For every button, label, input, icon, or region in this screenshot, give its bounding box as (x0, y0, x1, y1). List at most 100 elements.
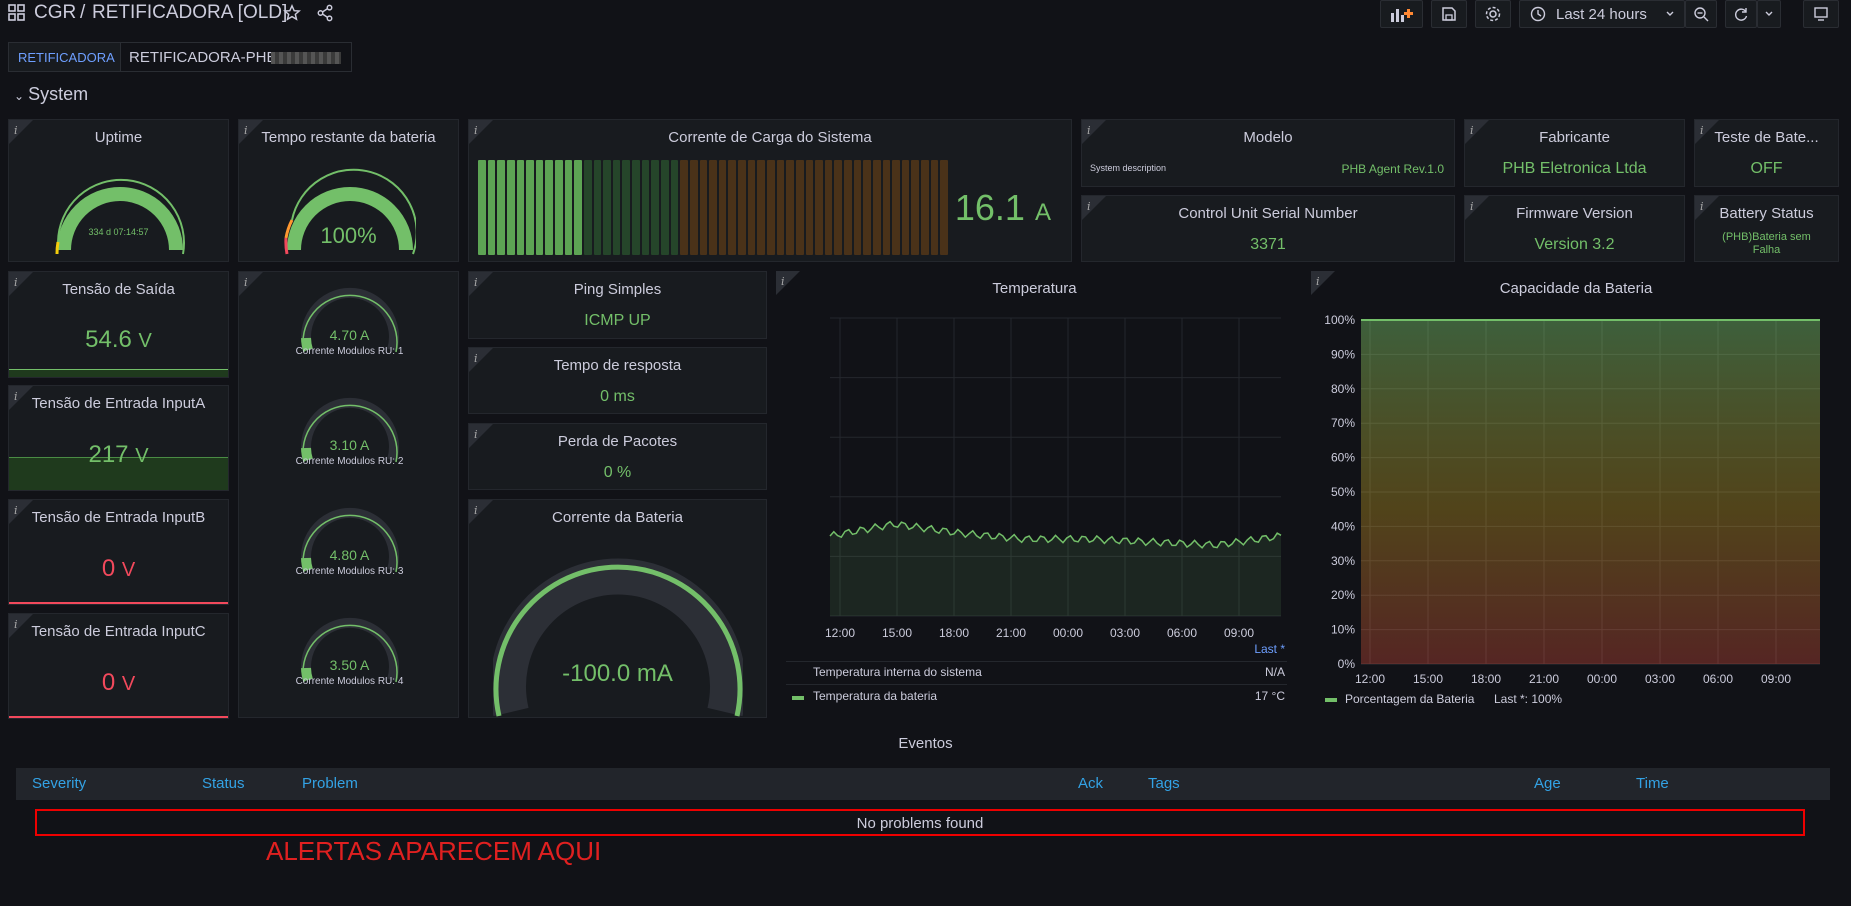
input-a-number: 217 (88, 441, 129, 468)
y-tick-label: 40% (1331, 519, 1355, 533)
x-tick-label: 18:00 (1471, 672, 1501, 686)
breadcrumb-folder[interactable]: CGR (34, 2, 76, 24)
column-status[interactable]: Status (202, 775, 245, 792)
column-problem[interactable]: Problem (302, 775, 358, 792)
refresh-button[interactable] (1725, 0, 1757, 28)
bar-gauge-cell (622, 160, 631, 255)
bar-gauge-cell (545, 160, 554, 255)
row-title: System (28, 84, 89, 104)
legend-color-swatch (1325, 698, 1337, 702)
module-gauge-3: 4.80 A Corrente Modulos RU: 3 (239, 506, 458, 606)
panel-battery-status: i Battery Status (PHB)Bateria sem Falha (1694, 195, 1839, 262)
bar-gauge-cell (680, 160, 688, 255)
input-a-value: 217 V (9, 441, 228, 469)
time-picker-button[interactable]: Last 24 hours (1519, 0, 1685, 28)
panel-temperature: i Temperatura 12:00 15:00 18:00 21:00 00:00 0… (776, 271, 1293, 710)
panel-title: Tensão de Entrada InputA (31, 395, 206, 412)
variable-label: RETIFICADORA (8, 42, 125, 72)
variable-select[interactable]: RETIFICADORA-PHB- (120, 42, 352, 72)
load-current-number: 16.1 (954, 187, 1025, 228)
bar-gauge-cell (844, 160, 852, 255)
legend-value: Last *: 100% (1494, 692, 1563, 706)
bar-gauge-cell (506, 160, 515, 255)
temperature-chart: 12:00 15:00 18:00 21:00 00:00 03:00 06:00 09:00 (825, 317, 1282, 640)
panel-battery-current: i Corrente da Bateria -100.0 mA (468, 499, 767, 718)
column-tags[interactable]: Tags (1148, 775, 1180, 792)
legend-header[interactable]: Last * (1254, 642, 1285, 656)
column-severity[interactable]: Severity (32, 775, 86, 792)
load-current-bar-gauge (478, 160, 948, 255)
bar-gauge-cell (738, 160, 746, 255)
panel-firmware: i Firmware Version Version 3.2 (1464, 195, 1685, 262)
panel-manufacturer: i Fabricante PHB Eletronica Ltda (1464, 119, 1685, 187)
panel-model: i Modelo System description PHB Agent Re… (1081, 119, 1455, 187)
panel-battery-time: i Tempo restante da bateria 100% (238, 119, 459, 262)
panel-battery-capacity: i Capacidade da Bateria 0% 10% 20% 30% 40% 50… (1311, 271, 1841, 710)
bar-gauge-cell (651, 160, 659, 255)
apps-grid-icon[interactable] (8, 4, 26, 22)
chevron-down-icon: ⌄ (14, 89, 25, 103)
save-dashboard-button[interactable] (1431, 0, 1467, 28)
battery-status-value: (PHB)Bateria sem Falha (1722, 231, 1811, 256)
bar-gauge-cell (564, 160, 573, 255)
gear-icon (1485, 6, 1501, 22)
legend-value: 17 °C (1254, 689, 1285, 703)
bar-gauge-cell (940, 160, 948, 255)
battery-capacity-chart: 0% 10% 20% 30% 40% 50% 60% 70% 80% 90% 100% 12:00 15… (1324, 313, 1820, 686)
column-ack[interactable]: Ack (1078, 775, 1103, 792)
panel-packet-loss: i Perda de Pacotes 0 % (468, 423, 767, 490)
legend-item[interactable]: Temperatura interna do sistema (813, 665, 982, 679)
serial-value: 3371 (1250, 236, 1286, 253)
zoom-out-button[interactable] (1685, 0, 1717, 28)
y-tick-label: 10% (1331, 623, 1355, 637)
zoom-out-icon (1694, 7, 1709, 22)
events-table-header: Severity Status Problem Ack Tags Age Tim… (16, 768, 1830, 800)
y-tick-label: 70% (1331, 416, 1355, 430)
settings-button[interactable] (1475, 0, 1511, 28)
panel-title: Modelo (1243, 129, 1293, 146)
column-age[interactable]: Age (1534, 775, 1561, 792)
legend-item[interactable]: Temperatura da bateria (813, 689, 937, 703)
x-tick-label: 03:00 (1110, 626, 1140, 640)
manufacturer-value: PHB Eletronica Ltda (1502, 160, 1647, 177)
add-panel-button[interactable] (1380, 0, 1423, 28)
chevron-down-icon (1666, 11, 1674, 16)
bar-gauge-cell (603, 160, 611, 255)
x-tick-label: 21:00 (1529, 672, 1559, 686)
bar-gauge-cell (911, 160, 920, 255)
x-tick-label: 06:00 (1167, 626, 1197, 640)
bar-gauge-cell (535, 160, 544, 255)
legend-item[interactable]: Porcentagem da Bateria (1345, 692, 1474, 706)
panel-battery-test: i Teste de Bate... OFF (1694, 119, 1839, 187)
x-tick-label: 18:00 (939, 626, 969, 640)
module-gauge-1: 4.70 A Corrente Modulos RU: 1 (239, 286, 458, 386)
panel-title: Battery Status (1719, 205, 1814, 222)
panel-input-a: i Tensão de Entrada InputA 217 V (8, 385, 229, 491)
y-tick-label: 20% (1331, 588, 1355, 602)
time-range-label: Last 24 hours (1556, 5, 1647, 23)
star-icon[interactable] (283, 4, 301, 22)
bar-gauge-cell (699, 160, 708, 255)
share-icon[interactable] (316, 4, 334, 22)
column-time[interactable]: Time (1636, 775, 1669, 792)
bar-gauge-cell (882, 160, 891, 255)
bar-gauge-cell (478, 160, 486, 255)
row-toggle-system[interactable]: ⌄ System (14, 84, 88, 105)
legend-value: N/A (1264, 665, 1285, 679)
bar-gauge-cell (612, 160, 621, 255)
panel-title: Tensão de Saída (62, 281, 175, 298)
battery-current-gauge (493, 558, 743, 717)
panel-title: Tempo de resposta (553, 357, 682, 374)
bar-gauge-cell (853, 160, 862, 255)
events-title: Eventos (898, 735, 953, 752)
annotation-text: ALERTAS APARECEM AQUI (266, 836, 602, 866)
refresh-interval-button[interactable] (1757, 0, 1781, 28)
y-tick-label: 0% (1338, 657, 1356, 671)
panel-output-voltage: i Tensão de Saída 54.6 V (8, 271, 229, 378)
chevron-down-icon (1765, 11, 1773, 16)
view-mode-button[interactable] (1803, 0, 1839, 28)
input-c-value: 0 V (9, 669, 228, 697)
monitor-icon (1814, 7, 1828, 21)
dashboard-title[interactable]: RETIFICADORA [OLD] (92, 2, 287, 24)
module-value: 3.10 A (329, 437, 370, 453)
